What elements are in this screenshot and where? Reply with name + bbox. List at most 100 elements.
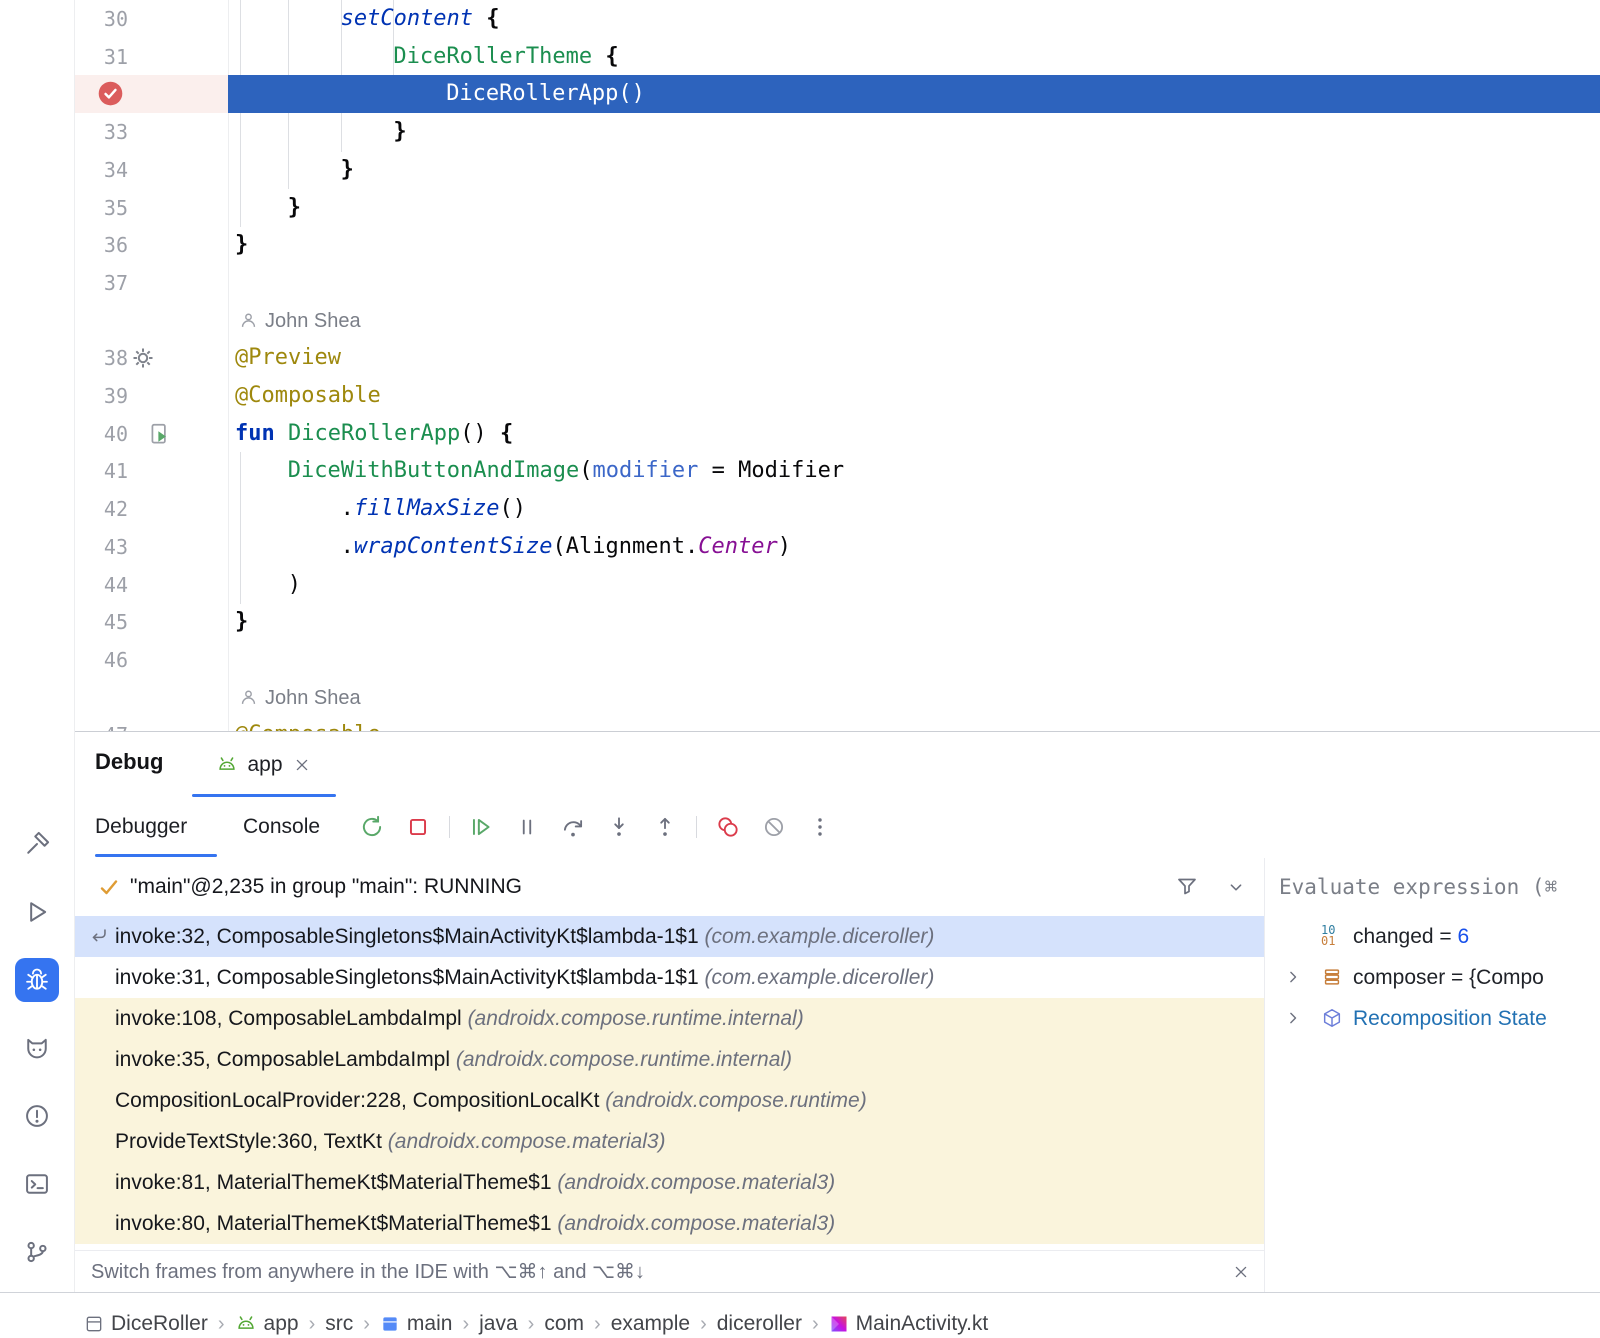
version-control-icon[interactable] xyxy=(15,1230,59,1274)
thread-selector[interactable]: "main"@2,235 in group "main": RUNNING xyxy=(75,858,1264,915)
code-line[interactable]: 40 fun DiceRollerApp() { xyxy=(75,415,1600,453)
stack-frame-row[interactable]: invoke:108, ComposableLambdaImpl (androi… xyxy=(75,998,1264,1039)
logcat-icon[interactable] xyxy=(15,1026,59,1070)
tab-console[interactable]: Console xyxy=(243,798,320,856)
variable-row[interactable]: 1001changed = 6 xyxy=(1265,916,1600,957)
code-text[interactable]: } xyxy=(235,226,248,264)
pause-icon[interactable] xyxy=(512,812,542,842)
line-number[interactable]: 34 xyxy=(75,151,128,189)
line-number[interactable]: 30 xyxy=(75,0,128,38)
rerun-icon[interactable] xyxy=(357,812,387,842)
line-number[interactable]: 37 xyxy=(75,264,128,302)
line-number[interactable]: 33 xyxy=(75,113,128,151)
code-line[interactable]: 43 .wrapContentSize(Alignment.Center) xyxy=(75,528,1600,566)
preview-settings-gear-icon[interactable] xyxy=(131,339,155,377)
breadcrumb-item[interactable]: java xyxy=(479,1312,518,1336)
build-icon[interactable] xyxy=(15,822,59,866)
code-text[interactable]: } xyxy=(341,151,354,189)
code-line[interactable]: 42 .fillMaxSize() xyxy=(75,490,1600,528)
line-number[interactable]: 35 xyxy=(75,189,128,227)
mute-breakpoints-icon[interactable] xyxy=(759,812,789,842)
stack-frame-row[interactable]: ProvideTextStyle:360, TextKt (androidx.c… xyxy=(75,1121,1264,1162)
code-line[interactable]: 30 setContent { xyxy=(75,0,1600,38)
chevron-right-icon[interactable] xyxy=(1283,967,1303,987)
breadcrumb-item[interactable]: example xyxy=(611,1312,690,1336)
step-out-icon[interactable] xyxy=(650,812,680,842)
breadcrumb-item[interactable]: src xyxy=(325,1312,353,1336)
evaluate-expression-field[interactable]: Evaluate expression (⌘ xyxy=(1265,858,1600,915)
code-text[interactable]: } xyxy=(288,189,301,227)
code-line[interactable]: 36} xyxy=(75,226,1600,264)
line-number[interactable]: 36 xyxy=(75,226,128,264)
line-number[interactable]: 47 xyxy=(75,716,128,731)
code-text[interactable]: @Composable xyxy=(235,377,381,415)
problems-icon[interactable] xyxy=(15,1094,59,1138)
code-text[interactable]: DiceRollerApp() xyxy=(446,75,645,113)
breadcrumb-item[interactable]: MainActivity.kt xyxy=(829,1312,989,1336)
breadcrumb-item[interactable]: diceroller xyxy=(717,1312,802,1336)
stop-icon[interactable] xyxy=(403,812,433,842)
stack-frame-row[interactable]: invoke:80, MaterialThemeKt$MaterialTheme… xyxy=(75,1203,1264,1244)
breakpoint-icon[interactable] xyxy=(97,80,124,107)
step-into-icon[interactable] xyxy=(604,812,634,842)
line-number[interactable]: 40 xyxy=(75,415,128,453)
stack-frame-row[interactable]: invoke:35, ComposableLambdaImpl (android… xyxy=(75,1039,1264,1080)
code-text[interactable]: } xyxy=(393,113,406,151)
stack-frame-row[interactable]: invoke:81, MaterialThemeKt$MaterialTheme… xyxy=(75,1162,1264,1203)
stack-frame-row[interactable]: CompositionLocalProvider:228, Compositio… xyxy=(75,1080,1264,1121)
line-number[interactable]: 41 xyxy=(75,452,128,490)
code-line[interactable]: 47 @Composable xyxy=(75,716,1600,731)
code-line[interactable]: 34} xyxy=(75,151,1600,189)
code-text[interactable]: setContent { xyxy=(341,0,500,38)
code-text[interactable]: DiceRollerTheme { xyxy=(393,38,618,76)
variable-row[interactable]: composer = {Compo xyxy=(1265,957,1600,998)
code-line[interactable]: DiceRollerApp() xyxy=(75,75,1600,113)
code-text[interactable]: @Composable xyxy=(235,716,381,731)
code-line[interactable]: 38 @Preview xyxy=(75,339,1600,377)
line-number[interactable]: 39 xyxy=(75,377,128,415)
resume-icon[interactable] xyxy=(466,812,496,842)
code-text[interactable]: fun DiceRollerApp() { xyxy=(235,415,513,453)
line-number[interactable]: 46 xyxy=(75,641,128,679)
code-line[interactable]: 33} xyxy=(75,113,1600,151)
terminal-icon[interactable] xyxy=(15,1162,59,1206)
breadcrumb-item[interactable]: com xyxy=(544,1312,584,1336)
code-line[interactable]: 46 xyxy=(75,641,1600,679)
tab-app-session[interactable]: app xyxy=(192,732,336,798)
line-number[interactable]: 44 xyxy=(75,566,128,604)
view-breakpoints-icon[interactable] xyxy=(713,812,743,842)
code-text[interactable]: .wrapContentSize(Alignment.Center) xyxy=(341,528,791,566)
code-text[interactable]: .fillMaxSize() xyxy=(341,490,526,528)
run-icon[interactable] xyxy=(15,890,59,934)
stack-frame-row[interactable]: invoke:31, ComposableSingletons$MainActi… xyxy=(75,957,1264,998)
code-line[interactable]: 41 DiceWithButtonAndImage(modifier = Modi… xyxy=(75,452,1600,490)
line-number[interactable]: 42 xyxy=(75,490,128,528)
breadcrumb-item[interactable]: DiceRoller xyxy=(84,1312,208,1336)
chevron-down-icon[interactable] xyxy=(1225,876,1247,898)
code-text[interactable]: } xyxy=(235,603,248,641)
code-line[interactable]: 44) xyxy=(75,566,1600,604)
stack-frame-row[interactable]: invoke:32, ComposableSingletons$MainActi… xyxy=(75,916,1264,957)
more-vertical-icon[interactable] xyxy=(805,812,835,842)
chevron-right-icon[interactable] xyxy=(1283,1008,1303,1028)
breadcrumb-item[interactable]: app xyxy=(235,1312,299,1336)
close-icon[interactable] xyxy=(1231,1262,1251,1282)
code-text[interactable]: DiceWithButtonAndImage(modifier = Modifi… xyxy=(288,452,844,490)
line-number[interactable]: 45 xyxy=(75,603,128,641)
breadcrumb-item[interactable]: main xyxy=(380,1312,453,1336)
code-text[interactable]: @Preview xyxy=(235,339,341,377)
code-line[interactable]: 45} xyxy=(75,603,1600,641)
line-number[interactable]: 38 xyxy=(75,339,128,377)
tab-debugger[interactable]: Debugger xyxy=(95,798,187,856)
run-preview-icon[interactable] xyxy=(147,415,173,453)
line-number[interactable]: 31 xyxy=(75,38,128,76)
variable-row[interactable]: Recomposition State xyxy=(1265,998,1600,1039)
close-icon[interactable] xyxy=(292,755,312,775)
code-line[interactable]: 35} xyxy=(75,189,1600,227)
step-over-icon[interactable] xyxy=(558,812,588,842)
line-number[interactable]: 43 xyxy=(75,528,128,566)
code-line[interactable]: 37 xyxy=(75,264,1600,302)
code-text[interactable]: ) xyxy=(288,566,301,604)
debug-bug-icon[interactable] xyxy=(15,958,59,1002)
filter-icon[interactable] xyxy=(1175,874,1199,898)
